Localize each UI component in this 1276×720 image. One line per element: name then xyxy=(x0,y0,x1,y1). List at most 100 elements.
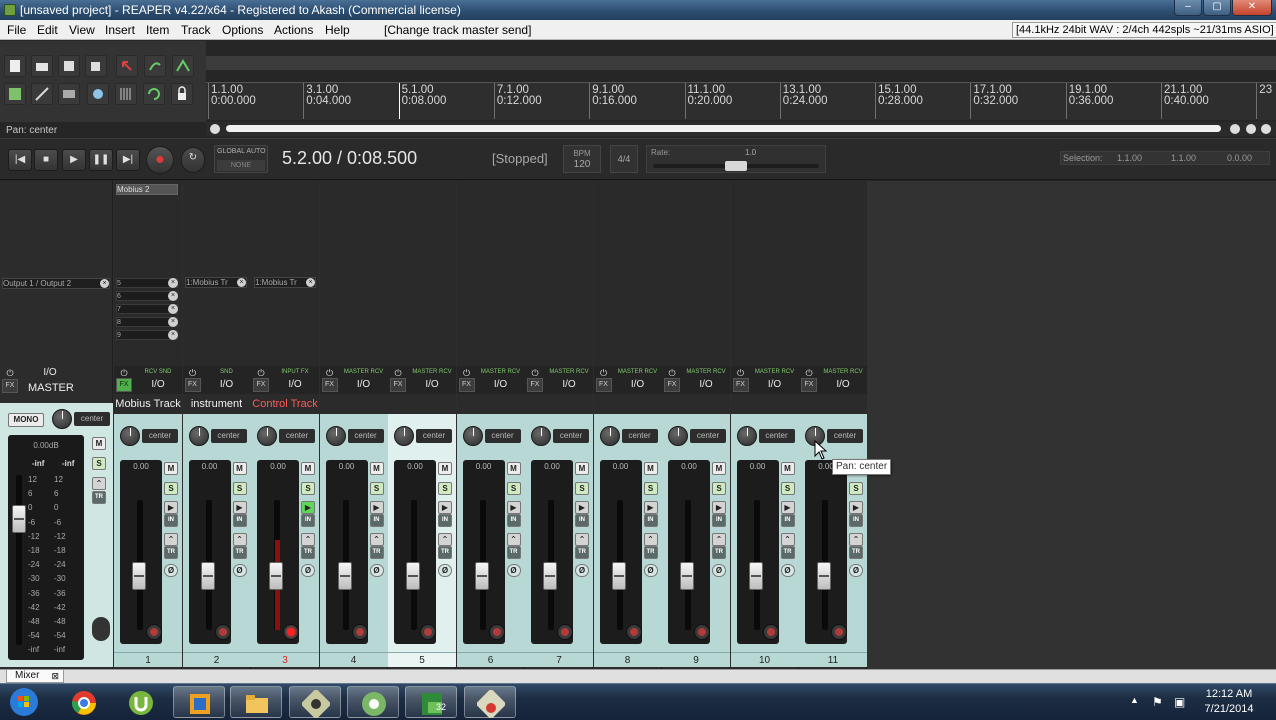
remove-icon[interactable]: × xyxy=(237,278,246,287)
mute-button[interactable]: M xyxy=(438,462,452,475)
io-button[interactable]: I/O xyxy=(618,378,658,392)
volume-fader[interactable] xyxy=(337,562,352,590)
input-monitor-icon[interactable]: ▶ xyxy=(369,501,384,514)
remove-icon[interactable]: × xyxy=(168,317,178,327)
track-number[interactable]: 8 xyxy=(593,652,662,667)
trim-button[interactable]: TR xyxy=(506,546,521,559)
fx-power-icon[interactable]: ⏻ xyxy=(529,368,541,378)
input-button[interactable]: IN xyxy=(712,514,726,527)
scroll-left-icon[interactable] xyxy=(210,124,220,134)
track-name[interactable]: instrument xyxy=(182,394,251,414)
chrome-alt-icon[interactable] xyxy=(347,686,399,718)
track-name[interactable] xyxy=(593,394,662,414)
input-monitor-icon[interactable]: ▶ xyxy=(164,501,178,514)
snap-icon[interactable] xyxy=(31,83,53,105)
envelope-icon[interactable] xyxy=(172,55,194,77)
ripple-edit-icon[interactable] xyxy=(58,83,80,105)
track-strip[interactable]: ⏻ FX INPUT FX I/O Control Track center 0.00 M S ▶… xyxy=(251,181,319,669)
tray-expand-icon[interactable]: ▲ xyxy=(1130,695,1139,705)
fx-area[interactable] xyxy=(319,181,388,366)
fx-button[interactable]: FX xyxy=(595,378,612,392)
project-settings-icon[interactable] xyxy=(85,55,107,77)
pan-knob[interactable] xyxy=(257,426,277,446)
envelope-icon[interactable]: ⌃ xyxy=(232,533,247,546)
track-number[interactable]: 7 xyxy=(525,652,593,667)
io-button[interactable]: I/O xyxy=(275,378,315,392)
track-number[interactable]: 9 xyxy=(662,652,730,667)
fx-power-icon[interactable]: ⏻ xyxy=(461,368,473,378)
io-button[interactable]: I/O xyxy=(755,378,795,392)
solo-button[interactable]: S xyxy=(643,482,658,495)
menu-options[interactable]: Options xyxy=(222,23,263,37)
phase-icon[interactable]: Ø xyxy=(232,564,247,577)
loop-icon[interactable] xyxy=(143,83,165,105)
maximize-button[interactable]: ▢ xyxy=(1203,0,1231,16)
envelope-icon[interactable]: ⌃ xyxy=(780,533,795,546)
fx-power-icon[interactable]: ⏻ xyxy=(255,368,267,378)
file-explorer-icon[interactable] xyxy=(230,686,282,718)
fx-power-icon[interactable]: ⏻ xyxy=(666,368,678,378)
pan-knob[interactable] xyxy=(599,426,620,446)
fx-button[interactable]: FX xyxy=(321,378,338,392)
volume-fader[interactable] xyxy=(748,562,763,590)
phase-icon[interactable]: Ø xyxy=(780,564,795,577)
action-center-flag-icon[interactable]: ⚑ xyxy=(1152,695,1163,709)
trim-button[interactable]: TR xyxy=(643,546,658,559)
phase-icon[interactable]: Ø xyxy=(438,564,452,577)
menu-edit[interactable]: Edit xyxy=(37,23,58,37)
record-arm-icon[interactable] xyxy=(283,624,299,640)
record-icon[interactable]: ● xyxy=(146,146,174,174)
redo-icon[interactable] xyxy=(144,55,166,77)
phase-icon[interactable]: Ø xyxy=(164,564,178,577)
input-monitor-icon[interactable]: ▶ xyxy=(849,501,863,514)
master-pan-knob[interactable] xyxy=(52,409,72,429)
mute-button[interactable]: M xyxy=(643,462,658,475)
fx-slot[interactable]: 5 × xyxy=(116,278,178,288)
record-arm-icon[interactable] xyxy=(488,624,505,640)
system-clock[interactable]: 12:12 AM 7/21/2014 xyxy=(1196,687,1262,717)
track-name[interactable] xyxy=(662,394,730,414)
io-button[interactable]: I/O xyxy=(549,378,589,392)
menu-file[interactable]: File xyxy=(7,23,26,37)
reaper-taskbar-icon[interactable] xyxy=(289,686,341,718)
fx-button[interactable]: FX xyxy=(458,378,475,392)
go-to-end-icon[interactable]: ▶| xyxy=(116,149,140,171)
remove-icon[interactable]: × xyxy=(168,304,178,314)
io-button[interactable]: I/O xyxy=(138,378,178,392)
record-arm-icon[interactable] xyxy=(625,624,642,640)
solo-button[interactable]: S xyxy=(575,482,589,495)
track-number[interactable]: 4 xyxy=(319,652,388,667)
fx-area[interactable] xyxy=(662,181,730,366)
trim-button[interactable]: TR xyxy=(849,546,863,559)
envelope-icon[interactable]: ⌃ xyxy=(369,533,384,546)
pan-knob[interactable] xyxy=(120,426,140,446)
input-monitor-icon[interactable]: ▶ xyxy=(575,501,589,514)
trim-button[interactable]: TR xyxy=(164,546,178,559)
pan-knob[interactable] xyxy=(188,426,209,446)
mute-button[interactable]: M xyxy=(506,462,521,475)
pan-knob[interactable] xyxy=(531,426,551,446)
mute-button[interactable]: M xyxy=(369,462,384,475)
phase-icon[interactable]: Ø xyxy=(575,564,589,577)
new-project-icon[interactable] xyxy=(4,55,26,77)
global-automation-button[interactable]: GLOBAL AUTO NONE xyxy=(214,145,268,173)
input-monitor-icon[interactable]: ▶ xyxy=(643,501,658,514)
track-name[interactable] xyxy=(319,394,388,414)
io-button[interactable]: I/O xyxy=(344,378,384,392)
grid-icon[interactable] xyxy=(4,83,26,105)
fx-slot[interactable]: 7 × xyxy=(116,304,178,314)
zoom-in-icon[interactable] xyxy=(1261,124,1271,134)
play-icon[interactable]: ▶ xyxy=(62,149,86,171)
volume-fader[interactable] xyxy=(406,562,420,590)
mono-button[interactable]: MONO xyxy=(8,413,44,427)
fx-button[interactable]: FX xyxy=(527,378,543,392)
trim-button[interactable]: TR xyxy=(575,546,589,559)
track-number[interactable]: 6 xyxy=(456,652,525,667)
volume-fader[interactable] xyxy=(132,562,146,590)
fx-power-icon[interactable]: ⏻ xyxy=(392,368,404,378)
track-name[interactable] xyxy=(525,394,593,414)
record-arm-icon[interactable] xyxy=(214,624,231,640)
fx-power-icon[interactable]: ⏻ xyxy=(324,368,336,378)
bpm-display[interactable]: BPM 120 xyxy=(563,145,601,173)
track-strip[interactable]: ⏻ FX MASTER RCV I/O center 0.00 M S ▶ IN ⌃ TR Ø 9 xyxy=(662,181,730,669)
